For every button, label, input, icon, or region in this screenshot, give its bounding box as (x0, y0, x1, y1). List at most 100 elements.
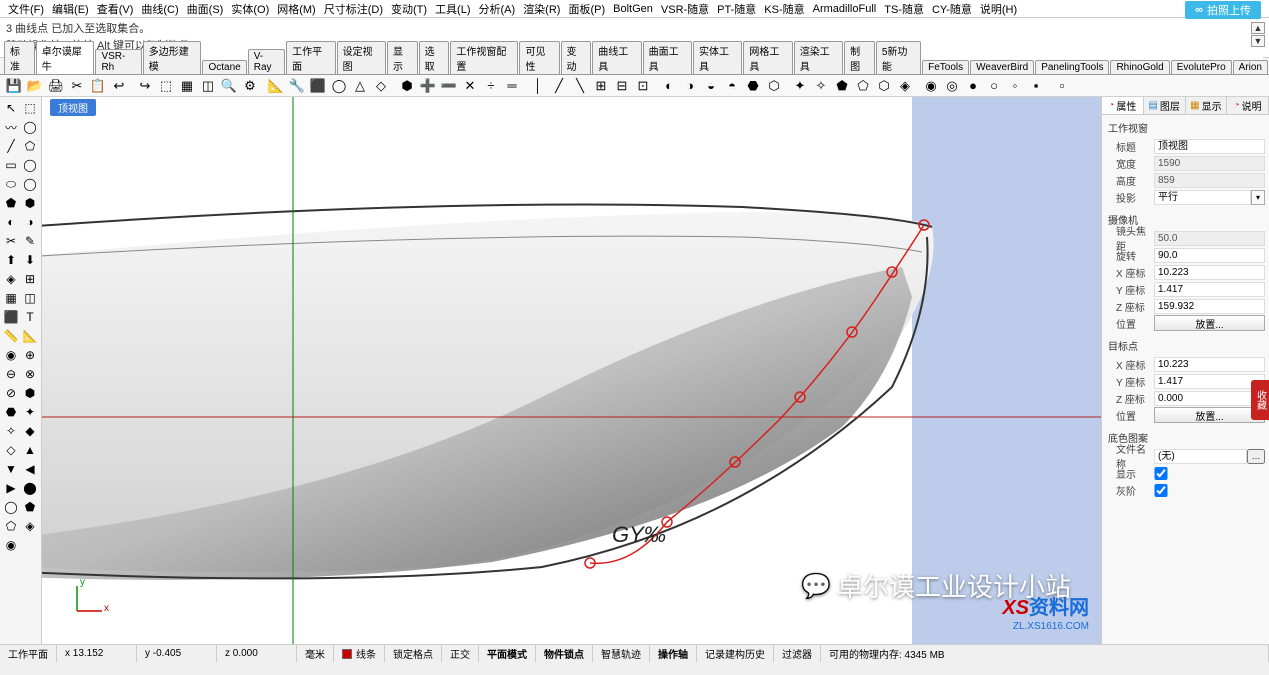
viewport-title-tab[interactable]: 顶视图 (50, 99, 96, 116)
toolbar-button[interactable]: ⬟ (832, 76, 852, 96)
menu-surface[interactable]: 曲面(S) (183, 0, 228, 18)
tool-button[interactable]: ✎ (21, 232, 39, 250)
sb-layer[interactable]: 线条 (334, 645, 385, 662)
menu-boltgen[interactable]: BoltGen (609, 2, 657, 16)
prop-value[interactable]: 90.0 (1154, 248, 1265, 263)
tool-button[interactable]: ◯ (21, 118, 39, 136)
side-collapse-tab[interactable]: 收藏 (1251, 380, 1269, 420)
status-toggle[interactable]: 正交 (442, 645, 479, 662)
tool-button[interactable]: ◫ (21, 289, 39, 307)
menu-transform[interactable]: 变动(T) (387, 0, 431, 18)
viewport-canvas[interactable]: GY‰ (42, 97, 1101, 644)
tool-button[interactable]: ◯ (2, 498, 20, 516)
toolbar-tab[interactable]: 曲线工具 (592, 41, 641, 74)
tool-button[interactable]: ⊘ (2, 384, 20, 402)
toolbar-button[interactable]: 🔧 (287, 76, 307, 96)
tool-button[interactable]: ◈ (21, 517, 39, 535)
toolbar-button[interactable]: ● (963, 76, 983, 96)
toolbar-button[interactable]: ✧ (811, 76, 831, 96)
toolbar-button[interactable]: ✦ (790, 76, 810, 96)
tool-button[interactable]: ⊞ (21, 270, 39, 288)
prop-value[interactable]: 10.223 (1154, 357, 1265, 372)
toolbar-button[interactable]: ⊟ (612, 76, 632, 96)
dropdown-icon[interactable]: ▾ (1251, 190, 1265, 205)
toolbar-button[interactable]: 💾 (4, 76, 24, 96)
toolbar-button[interactable]: 📐 (266, 76, 286, 96)
status-toggle[interactable]: 过滤器 (774, 645, 821, 662)
toolbar-button[interactable]: ↩ (109, 76, 129, 96)
toolbar-button[interactable]: ◎ (942, 76, 962, 96)
tab-help[interactable]: ◔说明 (1227, 97, 1269, 114)
toolbar-button[interactable]: ◓ (722, 76, 742, 96)
tab-layers[interactable]: ▤图层 (1144, 97, 1186, 114)
toolbar-tab[interactable]: Octane (202, 60, 246, 74)
prop-value[interactable]: 1.417 (1154, 374, 1265, 389)
toolbar-tab[interactable]: 设定视图 (337, 41, 386, 74)
toolbar-tab[interactable]: 工作平面 (286, 41, 335, 74)
toolbar-button[interactable]: ◉ (921, 76, 941, 96)
toolbar-button[interactable]: ◒ (701, 76, 721, 96)
toolbar-button[interactable]: ▪ (1026, 76, 1046, 96)
toolbar-button[interactable]: ◦ (1005, 76, 1025, 96)
menu-cy[interactable]: CY-随意 (928, 0, 976, 18)
tool-button[interactable]: ⊗ (21, 365, 39, 383)
tool-button[interactable]: ▶ (2, 479, 20, 497)
tool-button[interactable]: ⬣ (2, 403, 20, 421)
toolbar-tab[interactable]: WeaverBird (970, 60, 1034, 74)
status-toggle[interactable]: 平面模式 (479, 645, 536, 662)
toolbar-tab[interactable]: 制图 (844, 41, 875, 74)
toolbar-tab[interactable]: 卓尔谟犀牛 (36, 41, 95, 74)
tool-button[interactable]: ▦ (2, 289, 20, 307)
toolbar-button[interactable]: ○ (984, 76, 1004, 96)
toolbar-button[interactable]: ⬡ (874, 76, 894, 96)
tool-button[interactable]: ⊕ (21, 346, 39, 364)
prop-checkbox[interactable] (1154, 484, 1168, 497)
tool-button[interactable]: ◈ (2, 270, 20, 288)
toolbar-tab[interactable]: VSR-Rh (95, 49, 141, 74)
toolbar-tab[interactable]: 多边形建模 (143, 41, 202, 74)
tool-button[interactable]: ⬇ (21, 251, 39, 269)
menu-view[interactable]: 查看(V) (93, 0, 138, 18)
toolbar-button[interactable]: ▦ (177, 76, 197, 96)
tool-button[interactable]: ◯ (21, 175, 39, 193)
toolbar-tab[interactable]: 标准 (4, 41, 35, 74)
tool-button[interactable]: ⬠ (21, 137, 39, 155)
prop-value[interactable]: 10.223 (1154, 265, 1265, 280)
toolbar-button[interactable]: ⬠ (853, 76, 873, 96)
menu-mesh[interactable]: 网格(M) (273, 0, 320, 18)
tool-button[interactable]: ✦ (21, 403, 39, 421)
menu-help[interactable]: 说明(H) (976, 0, 1021, 18)
toolbar-button[interactable]: │ (528, 76, 548, 96)
toolbar-button[interactable]: ▫ (1052, 76, 1072, 96)
toolbar-button[interactable]: ÷ (481, 76, 501, 96)
tool-button[interactable]: ⬤ (21, 479, 39, 497)
toolbar-button[interactable]: ↪ (135, 76, 155, 96)
tool-button[interactable]: 📐 (21, 327, 39, 345)
prop-value[interactable]: (无) (1154, 449, 1247, 464)
tool-button[interactable]: ▼ (2, 460, 20, 478)
menu-solid[interactable]: 实体(O) (227, 0, 273, 18)
toolbar-tab[interactable]: Arion (1233, 60, 1268, 74)
toolbar-tab[interactable]: 渲染工具 (794, 41, 843, 74)
prop-value[interactable]: 159.932 (1154, 299, 1265, 314)
toolbar-button[interactable]: ◈ (895, 76, 915, 96)
viewport[interactable]: 顶视图 (42, 97, 1101, 644)
tool-button[interactable]: ◆ (21, 422, 39, 440)
tool-button[interactable]: ▭ (2, 156, 20, 174)
toolbar-tab[interactable]: 选取 (419, 41, 450, 74)
tab-properties[interactable]: ◔属性 (1102, 97, 1144, 114)
toolbar-button[interactable]: ✂ (67, 76, 87, 96)
tool-button[interactable]: ⬚ (21, 99, 39, 117)
tool-button[interactable]: ⬛ (2, 308, 20, 326)
toolbar-button[interactable]: 📂 (25, 76, 45, 96)
toolbar-button[interactable]: △ (350, 76, 370, 96)
toolbar-button[interactable]: ➖ (439, 76, 459, 96)
toolbar-tab[interactable]: V-Ray (248, 49, 285, 74)
toolbar-button[interactable]: ◐ (659, 76, 679, 96)
tool-button[interactable]: 〰 (2, 118, 20, 136)
tool-button[interactable]: ⊖ (2, 365, 20, 383)
toolbar-button[interactable]: 🔍 (219, 76, 239, 96)
tool-button[interactable]: ◐ (2, 213, 20, 231)
toolbar-button[interactable]: ⊞ (591, 76, 611, 96)
prop-value[interactable]: 1.417 (1154, 282, 1265, 297)
